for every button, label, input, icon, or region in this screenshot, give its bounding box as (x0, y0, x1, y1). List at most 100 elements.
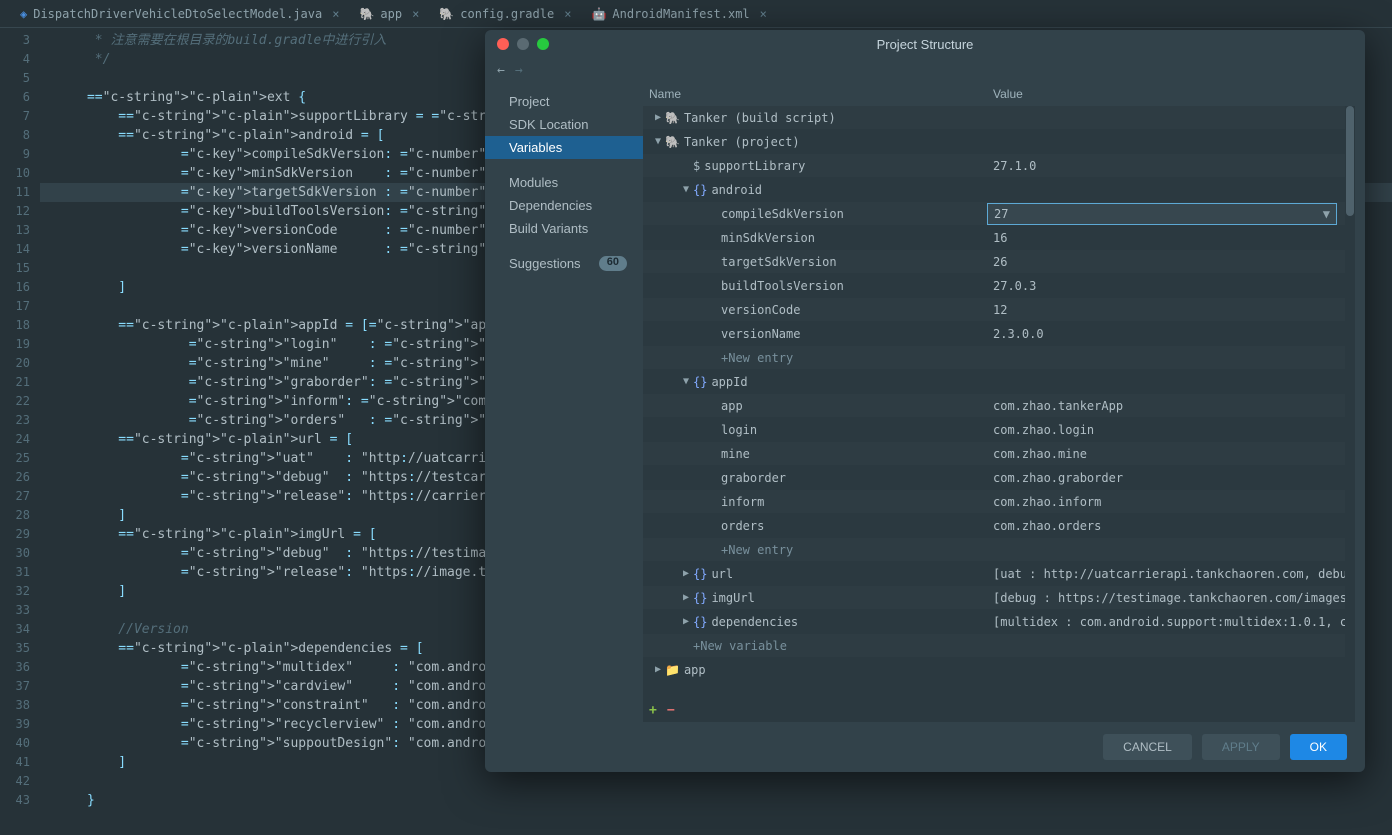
dialog-body: ProjectSDK LocationVariables ModulesDepen… (485, 82, 1365, 722)
node-value[interactable]: com.zhao.graborder (987, 471, 1355, 485)
node-value[interactable]: com.zhao.tankerApp (987, 399, 1355, 413)
node-value[interactable]: com.zhao.mine (987, 447, 1355, 461)
node-value[interactable]: 26 (987, 255, 1355, 269)
chevron-right-icon[interactable]: ▶ (651, 112, 665, 123)
suggestions-badge: 60 (599, 256, 627, 271)
table-toolbar: + − (643, 698, 1355, 722)
cancel-button[interactable]: CANCEL (1103, 734, 1192, 760)
tree-row[interactable]: ▼{}appId (643, 370, 1355, 394)
add-button[interactable]: + (649, 703, 657, 718)
ok-button[interactable]: OK (1290, 734, 1347, 760)
node-name: supportLibrary (704, 159, 805, 173)
gradle-icon: 🐘 (359, 7, 374, 21)
chevron-right-icon[interactable]: ▶ (679, 568, 693, 579)
tab-DispatchDriverVehicleDtoSelectModel-java[interactable]: ◈DispatchDriverVehicleDtoSelectModel.jav… (10, 0, 349, 27)
node-value[interactable]: 2.3.0.0 (987, 327, 1355, 341)
tree-row[interactable]: +New entry (643, 346, 1355, 370)
sidebar-item-sdk-location[interactable]: SDK Location (485, 113, 643, 136)
dialog-sidebar: ProjectSDK LocationVariables ModulesDepen… (485, 82, 643, 722)
sidebar-item-variables[interactable]: Variables (485, 136, 643, 159)
node-name: Tanker (build script) (684, 111, 836, 125)
project-structure-dialog: Project Structure ← → ProjectSDK Locatio… (485, 30, 1365, 772)
node-name: +New entry (721, 351, 793, 365)
apply-button: APPLY (1202, 734, 1280, 760)
scroll-thumb[interactable] (1346, 106, 1354, 216)
tab-AndroidManifest-xml[interactable]: 🤖AndroidManifest.xml× (581, 0, 776, 27)
node-value[interactable]: [multidex : com.android.support:multidex… (987, 615, 1355, 629)
table-header: Name Value (643, 82, 1355, 106)
tree-row[interactable]: grabordercom.zhao.graborder (643, 466, 1355, 490)
code-line[interactable] (40, 772, 1392, 791)
tree-row[interactable]: ▼{}android (643, 178, 1355, 202)
tree-row[interactable]: appcom.zhao.tankerApp (643, 394, 1355, 418)
node-value[interactable]: [uat : http://uatcarrierapi.tankchaoren.… (987, 567, 1355, 581)
tab-app[interactable]: 🐘 app × (349, 0, 429, 27)
column-name[interactable]: Name (643, 87, 987, 101)
chevron-down-icon[interactable]: ▼ (651, 136, 665, 147)
braces-icon: {} (693, 615, 707, 629)
braces-icon: {} (693, 375, 707, 389)
node-value[interactable]: com.zhao.inform (987, 495, 1355, 509)
node-value[interactable]: com.zhao.login (987, 423, 1355, 437)
node-value[interactable]: com.zhao.orders (987, 519, 1355, 533)
tree-row[interactable]: compileSdkVersion27▼ (643, 202, 1355, 226)
close-icon[interactable]: × (760, 7, 767, 21)
node-name: mine (721, 447, 750, 461)
gradle-icon: 🐘 (665, 111, 680, 125)
sidebar-item-project[interactable]: Project (485, 90, 643, 113)
tree-row[interactable]: +New variable (643, 634, 1355, 658)
line-gutter: 3456789101112131415161718192021222324252… (0, 28, 40, 835)
chevron-right-icon[interactable]: ▶ (679, 616, 693, 627)
node-value[interactable]: 27▼ (987, 203, 1337, 225)
back-arrow-icon[interactable]: ← (497, 63, 505, 78)
tab-config-gradle[interactable]: 🐘config.gradle× (429, 0, 581, 27)
tab-label: config.gradle (460, 7, 554, 21)
tree-row[interactable]: orderscom.zhao.orders (643, 514, 1355, 538)
sidebar-item-build-variants[interactable]: Build Variants (485, 217, 643, 240)
tree-row[interactable]: informcom.zhao.inform (643, 490, 1355, 514)
forward-arrow-icon: → (515, 63, 523, 78)
tree-row[interactable]: mine com.zhao.mine (643, 442, 1355, 466)
tree-row[interactable]: versionName2.3.0.0 (643, 322, 1355, 346)
scrollbar[interactable] (1345, 106, 1355, 698)
chevron-right-icon[interactable]: ▶ (679, 592, 693, 603)
tab-label: app (380, 7, 402, 21)
remove-button[interactable]: − (667, 703, 675, 718)
tree-row[interactable]: ▶{}dependencies[multidex : com.android.s… (643, 610, 1355, 634)
tab-label: AndroidManifest.xml (612, 7, 749, 21)
close-icon[interactable]: × (332, 7, 339, 21)
tree-row[interactable]: versionCode12 (643, 298, 1355, 322)
node-value[interactable]: 16 (987, 231, 1355, 245)
tab-label: DispatchDriverVehicleDtoSelectModel.java (33, 7, 322, 21)
sidebar-item-suggestions[interactable]: Suggestions60 (485, 252, 643, 275)
node-value[interactable]: 27.0.3 (987, 279, 1355, 293)
node-value[interactable]: 27.1.0 (987, 159, 1355, 173)
dollar-icon: $ (693, 159, 700, 173)
tree-row[interactable]: buildToolsVersion27.0.3 (643, 274, 1355, 298)
code-line[interactable]: } (40, 791, 1392, 810)
tree-row[interactable]: ▼🐘Tanker (project) (643, 130, 1355, 154)
tree-row[interactable]: targetSdkVersion26 (643, 250, 1355, 274)
tree-row[interactable]: ▶{}imgUrl[debug : https://testimage.tank… (643, 586, 1355, 610)
node-value[interactable]: 12 (987, 303, 1355, 317)
sidebar-item-modules[interactable]: Modules (485, 171, 643, 194)
tree-row[interactable]: +New entry (643, 538, 1355, 562)
column-value[interactable]: Value (987, 87, 1355, 101)
node-value[interactable]: [debug : https://testimage.tankchaoren.c… (987, 591, 1355, 605)
tree-row[interactable]: ▶{}url[uat : http://uatcarrierapi.tankch… (643, 562, 1355, 586)
tree-row[interactable]: logincom.zhao.login (643, 418, 1355, 442)
node-name: url (711, 567, 733, 581)
tree-row[interactable]: ▶🐘 Tanker (build script) (643, 106, 1355, 130)
close-icon[interactable]: × (412, 7, 419, 21)
tree-row[interactable]: ▶📁app (643, 658, 1355, 682)
chevron-down-icon[interactable]: ▼ (679, 184, 693, 195)
chevron-right-icon[interactable]: ▶ (651, 664, 665, 675)
sidebar-item-dependencies[interactable]: Dependencies (485, 194, 643, 217)
node-name: +New entry (721, 543, 793, 557)
tree-row[interactable]: $ supportLibrary 27.1.0 (643, 154, 1355, 178)
variables-tree[interactable]: ▶🐘Tanker (build script)▼🐘Tanker (project… (643, 106, 1355, 698)
close-icon[interactable]: × (564, 7, 571, 21)
tree-row[interactable]: minSdkVersion16 (643, 226, 1355, 250)
chevron-down-icon[interactable]: ▼ (679, 376, 693, 387)
dropdown-icon[interactable]: ▼ (1323, 207, 1330, 221)
